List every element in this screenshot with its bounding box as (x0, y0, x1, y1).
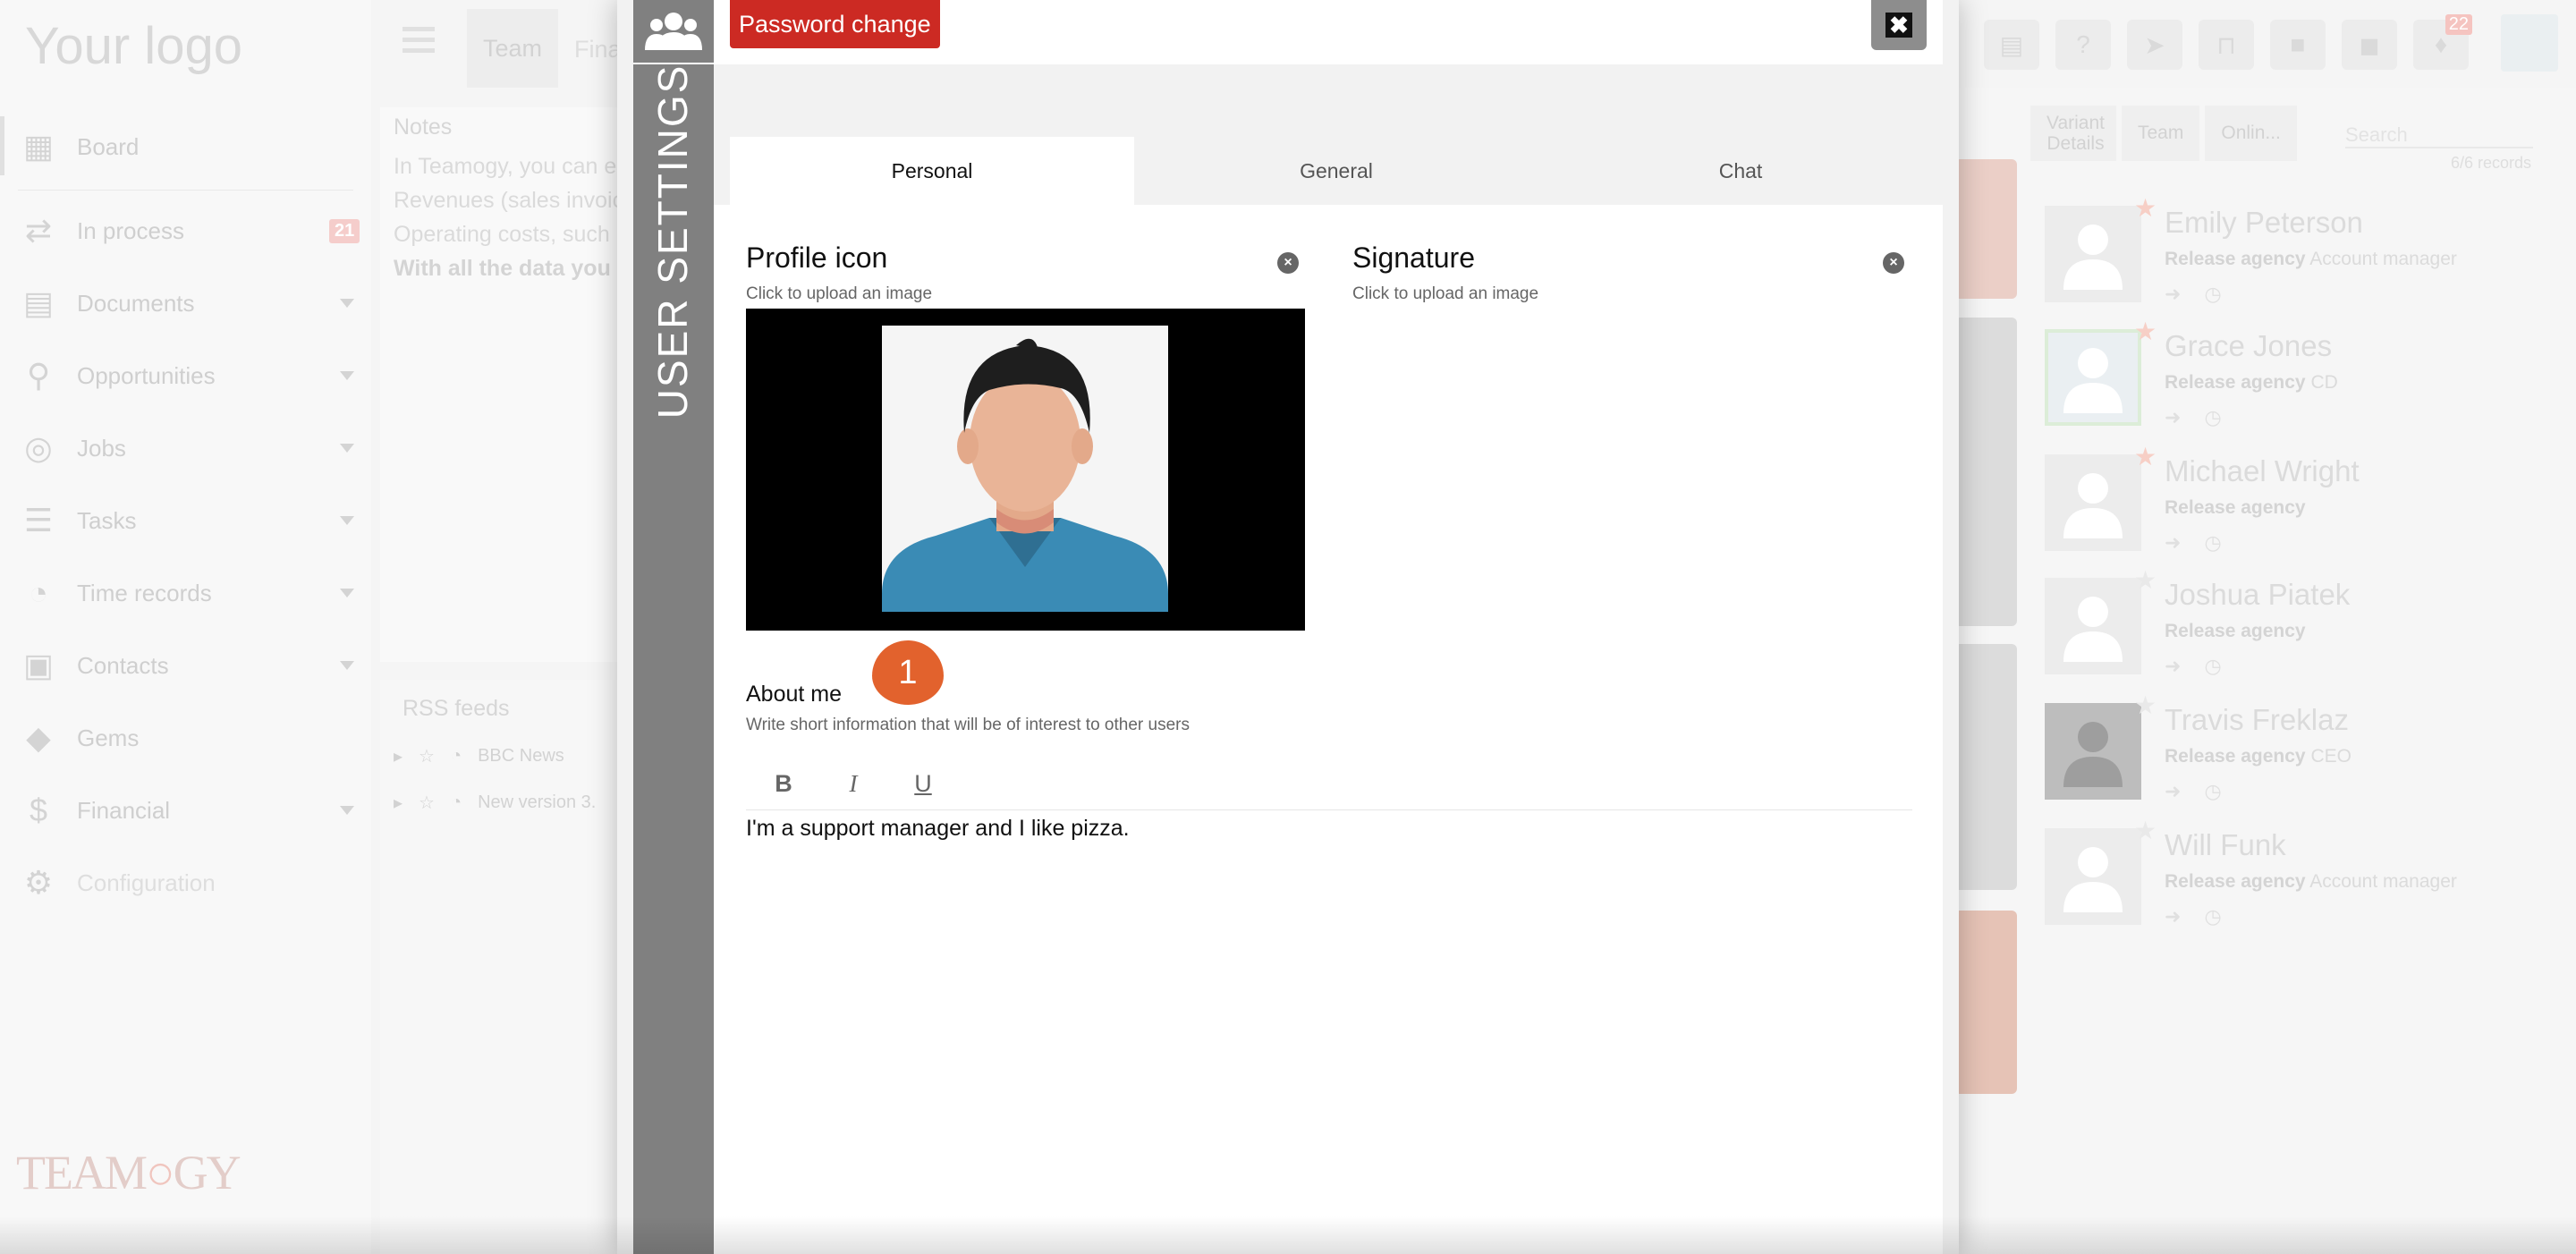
about-me-hint: Write short information that will be of … (746, 716, 1190, 734)
clear-profile-icon[interactable]: × (1277, 252, 1299, 274)
underline-button[interactable]: U (903, 770, 943, 798)
modal-title: USER SETTINGS (649, 64, 696, 419)
tab-general[interactable]: General (1134, 137, 1538, 205)
close-icon: ✖ (1885, 13, 1912, 38)
bottom-shadow (0, 1216, 2576, 1254)
users-icon (633, 0, 714, 64)
clear-signature-icon[interactable]: × (1883, 252, 1904, 274)
bold-button[interactable]: B (764, 770, 803, 798)
about-me-title: About me (746, 682, 843, 707)
profile-icon-hint: Click to upload an image (746, 284, 933, 303)
step-badge: 1 (872, 640, 944, 705)
person-avatar-image (882, 326, 1168, 612)
profile-icon-title: Profile icon (746, 241, 888, 274)
tab-personal[interactable]: Personal (730, 137, 1134, 205)
close-button[interactable]: ✖ (1871, 0, 1927, 50)
signature-title: Signature (1352, 241, 1475, 274)
italic-button[interactable]: I (834, 770, 873, 798)
editor-toolbar: B I U (746, 758, 1912, 810)
password-change-button[interactable]: Password change (730, 0, 940, 48)
profile-photo[interactable] (882, 326, 1168, 612)
tab-chat[interactable]: Chat (1538, 137, 1943, 205)
about-me-editor[interactable]: I'm a support manager and I like pizza. (746, 816, 1130, 842)
signature-upload-area[interactable] (1352, 309, 1907, 631)
settings-tabs: Personal General Chat (730, 137, 1943, 205)
signature-hint: Click to upload an image (1352, 284, 1539, 303)
